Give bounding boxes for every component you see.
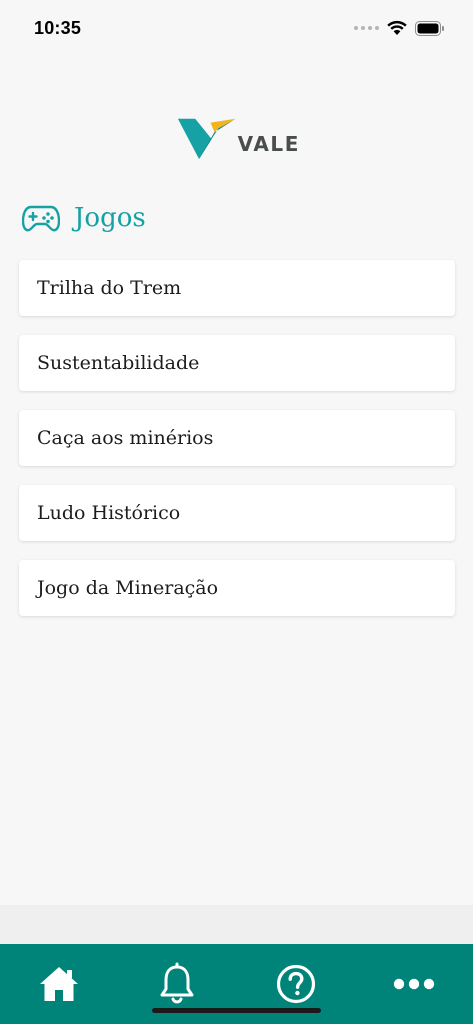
cellular-signal-icon [354, 26, 379, 30]
home-indicator[interactable] [152, 1008, 321, 1013]
section-title: Jogos [74, 203, 146, 233]
wifi-icon [387, 20, 407, 35]
vale-logo-mark-icon [177, 118, 236, 160]
content-bottom-area [0, 905, 473, 944]
logo-text: VALE [237, 132, 300, 156]
more-icon [393, 978, 435, 990]
vale-logo: VALE [176, 112, 300, 162]
help-icon [276, 964, 315, 1004]
home-icon [40, 967, 79, 1001]
battery-icon [415, 20, 444, 36]
status-indicators [354, 20, 445, 36]
game-item-sustentabilidade[interactable]: Sustentabilidade [19, 335, 455, 391]
game-list: Trilha do Trem Sustentabilidade Caça aos… [19, 260, 455, 616]
tab-more[interactable] [384, 962, 444, 1006]
tab-help[interactable] [266, 962, 326, 1006]
status-time: 10:35 [34, 17, 82, 38]
bell-icon [160, 962, 194, 1004]
section-header: Jogos [22, 198, 146, 238]
game-item-trilha-do-trem[interactable]: Trilha do Trem [19, 260, 455, 316]
status-bar: 10:35 [0, 0, 473, 56]
tab-notifications[interactable] [147, 962, 207, 1006]
game-item-ludo-historico[interactable]: Ludo Histórico [19, 485, 455, 541]
tab-home[interactable] [29, 962, 89, 1006]
game-item-caca-aos-minerios[interactable]: Caça aos minérios [19, 410, 455, 466]
game-item-jogo-da-mineracao[interactable]: Jogo da Mineração [19, 560, 455, 616]
gamepad-icon [22, 205, 60, 232]
